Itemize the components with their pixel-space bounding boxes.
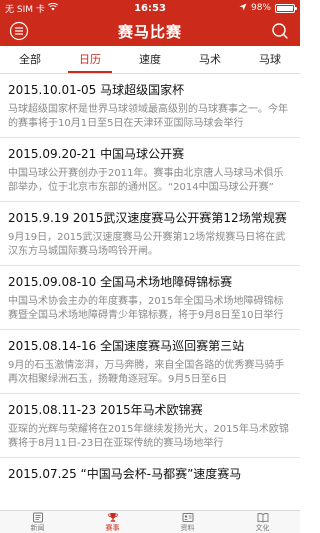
event-summary <box>8 487 292 510</box>
bottom-tab-data[interactable]: 资料 <box>150 511 225 533</box>
page-title: 赛马比赛 <box>117 22 182 41</box>
list-item[interactable]: 2015.10.01-05 马球超级国家杯 马球超级国家杯是世界马球领域最高级别… <box>0 74 300 138</box>
bottom-tab-news[interactable]: 新闻 <box>0 511 75 533</box>
tab-equestrian[interactable]: 马术 <box>180 46 240 73</box>
news-icon <box>32 512 43 523</box>
event-title: 2015.09.08-10 全国马术场地障碍锦标赛 <box>8 275 233 289</box>
tab-calendar[interactable]: 日历 <box>60 46 120 73</box>
event-title: 2015.09.20-21 中国马球公开赛 <box>8 147 185 161</box>
event-title: 2015.08.11-23 2015年马术欧锦赛 <box>8 403 203 417</box>
battery-icon <box>275 3 297 13</box>
event-list: 2015.10.01-05 马球超级国家杯 马球超级国家杯是世界马球领域最高级别… <box>0 74 300 510</box>
event-summary: 马球超级国家杯是世界马球领域最高级别的马球赛事之一。今年的赛事将于10月1日至5… <box>8 104 288 129</box>
event-title: 2015.08.14-16 全国速度赛马巡回赛第三站 <box>8 339 245 353</box>
tab-all[interactable]: 全部 <box>0 46 60 73</box>
wifi-icon <box>47 2 58 14</box>
list-item[interactable]: 2015.08.11-23 2015年马术欧锦赛 亚琛的光辉与荣耀将在2015年… <box>0 394 300 458</box>
bottom-tab-culture[interactable]: 文化 <box>225 511 300 533</box>
nav-bar: 赛马比赛 <box>0 16 300 46</box>
event-summary: 9月的石玉激情澎湃，万马奔腾，来自全国各路的优秀赛马骑手再次相聚绿洲石玉，扬鞭角… <box>8 360 285 385</box>
status-bar: 无 SIM 卡 16:53 98% <box>0 0 300 16</box>
event-title: 2015.10.01-05 马球超级国家杯 <box>8 83 185 97</box>
bottom-tab-label: 新闻 <box>30 524 45 532</box>
list-item[interactable]: 2015.09.20-21 中国马球公开赛 中国马球公开赛创办于2011年。赛事… <box>0 138 300 202</box>
profile-card-icon <box>182 513 193 522</box>
carrier-label: 无 SIM 卡 <box>5 4 45 15</box>
event-title: 2015.9.19 2015武汉速度赛马公开赛第12场常规赛 <box>8 211 287 225</box>
battery-percent: 98% <box>250 3 271 13</box>
tab-speed[interactable]: 速度 <box>120 46 180 73</box>
list-item[interactable]: 2015.07.25 “中国马会杯-马都赛”速度赛马 <box>0 458 300 510</box>
bottom-tab-label: 赛事 <box>105 524 120 532</box>
tab-polo[interactable]: 马球 <box>240 46 300 73</box>
location-icon <box>239 3 247 14</box>
trophy-icon <box>107 513 118 522</box>
event-title: 2015.07.25 “中国马会杯-马都赛”速度赛马 <box>8 467 242 481</box>
hamburger-menu-icon <box>9 21 29 41</box>
event-summary: 亚琛的光辉与荣耀将在2015年继续发扬光大，2015年马术欧锦赛将于8月11日-… <box>8 424 289 449</box>
event-summary: 中国马球公开赛创办于2011年。赛事由北京唐人马球马术俱乐部举办，位于北京市东部… <box>8 168 284 193</box>
search-icon <box>272 23 288 39</box>
book-icon <box>257 513 268 523</box>
battery-fill <box>277 5 293 11</box>
bottom-tab-label: 资料 <box>180 524 195 532</box>
event-summary: 中国马术协会主办的年度赛事，2015年全国马术场地障碍锦标赛暨全国马术场地障碍青… <box>8 296 284 321</box>
bottom-tab-label: 文化 <box>255 524 270 532</box>
list-item[interactable]: 2015.9.19 2015武汉速度赛马公开赛第12场常规赛 9月19日，201… <box>0 202 300 266</box>
event-summary: 9月19日，2015武汉速度赛马公开赛第12场常规赛马日将在武汉东方马城国际赛马… <box>8 232 286 257</box>
category-tabs: 全部 日历 速度 马术 马球 <box>0 46 300 74</box>
bottom-tab-bar: 新闻 赛事 资料 文化 <box>0 510 300 533</box>
status-left: 无 SIM 卡 <box>5 2 115 15</box>
list-item[interactable]: 2015.09.08-10 全国马术场地障碍锦标赛 中国马术协会主办的年度赛事，… <box>0 266 300 330</box>
search-button[interactable] <box>270 21 290 41</box>
bottom-tab-events[interactable]: 赛事 <box>75 511 150 533</box>
clock: 16:53 <box>134 2 166 14</box>
list-item[interactable]: 2015.08.14-16 全国速度赛马巡回赛第三站 9月的石玉激情澎湃，万马奔… <box>0 330 300 394</box>
menu-button[interactable] <box>9 21 29 41</box>
status-right: 98% <box>185 3 297 14</box>
